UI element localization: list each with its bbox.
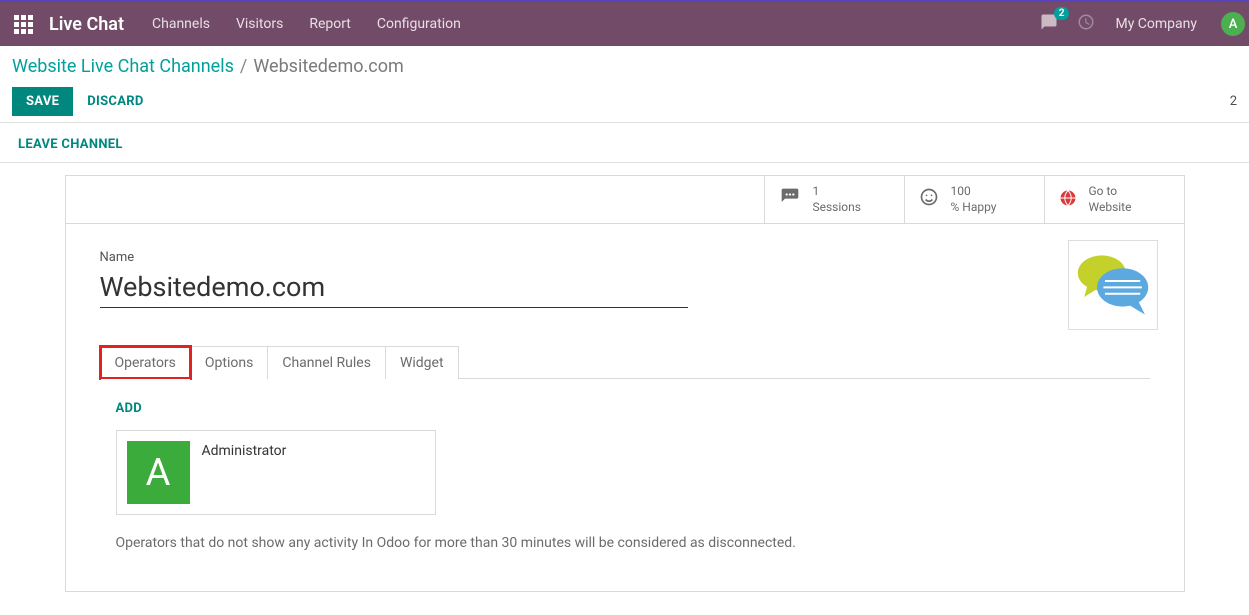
globe-icon — [1059, 188, 1077, 212]
top-nav: Live Chat Channels Visitors Report Confi… — [0, 0, 1249, 46]
breadcrumb-parent[interactable]: Website Live Chat Channels — [12, 56, 234, 77]
operator-card[interactable]: A Administrator — [116, 430, 436, 515]
name-input[interactable] — [100, 269, 688, 308]
message-count-badge: 2 — [1054, 7, 1070, 20]
control-panel: Website Live Chat Channels / Websitedemo… — [0, 46, 1249, 116]
tabs: Operators Options Channel Rules Widget — [100, 346, 1150, 379]
leave-channel-button[interactable]: LEAVE CHANNEL — [18, 137, 123, 152]
discard-button[interactable]: DISCARD — [87, 94, 143, 109]
menu-visitors[interactable]: Visitors — [236, 16, 283, 32]
tab-options[interactable]: Options — [190, 346, 268, 379]
add-operator-button[interactable]: ADD — [116, 401, 143, 416]
smiley-icon — [919, 187, 939, 212]
menu-configuration[interactable]: Configuration — [377, 16, 461, 32]
activities-button[interactable] — [1077, 13, 1095, 35]
sessions-label: Sessions — [813, 200, 861, 216]
breadcrumb-current: Websitedemo.com — [253, 56, 403, 77]
stat-buttons-row: 1 Sessions 100 % Happy Go to Website — [66, 176, 1184, 224]
sessions-icon — [779, 187, 801, 212]
company-selector[interactable]: My Company — [1115, 16, 1197, 32]
goto-label-2: Website — [1089, 200, 1132, 216]
operators-note: Operators that do not show any activity … — [116, 535, 1134, 551]
apps-icon[interactable] — [14, 15, 33, 34]
save-button[interactable]: SAVE — [12, 87, 73, 116]
chat-bubbles-icon — [1072, 249, 1154, 321]
stat-happy[interactable]: 100 % Happy — [904, 176, 1044, 223]
form-sheet: 1 Sessions 100 % Happy Go to Website — [65, 175, 1185, 592]
channel-image[interactable] — [1068, 240, 1158, 330]
record-count: 2 — [1230, 94, 1237, 109]
happy-label: % Happy — [951, 200, 997, 216]
app-title: Live Chat — [49, 14, 124, 35]
operator-avatar: A — [127, 441, 190, 504]
name-label: Name — [100, 250, 1150, 265]
status-bar: LEAVE CHANNEL — [0, 122, 1249, 163]
tab-widget[interactable]: Widget — [385, 346, 459, 379]
breadcrumb-separator: / — [240, 56, 247, 77]
tab-content-operators: ADD A Administrator Operators that do no… — [100, 379, 1150, 551]
stat-goto-website[interactable]: Go to Website — [1044, 176, 1184, 223]
clock-icon — [1077, 13, 1095, 31]
user-avatar[interactable]: A — [1221, 12, 1245, 36]
breadcrumb: Website Live Chat Channels / Websitedemo… — [12, 56, 1237, 77]
menu-channels[interactable]: Channels — [152, 16, 210, 32]
tab-channel-rules[interactable]: Channel Rules — [267, 346, 386, 379]
happy-count: 100 — [951, 184, 997, 200]
messages-button[interactable]: 2 — [1039, 13, 1059, 35]
sessions-count: 1 — [813, 184, 861, 200]
tab-operators[interactable]: Operators — [100, 346, 191, 379]
menu-report[interactable]: Report — [309, 16, 351, 32]
stat-sessions[interactable]: 1 Sessions — [764, 176, 904, 223]
operator-name: Administrator — [202, 441, 287, 459]
goto-label-1: Go to — [1089, 184, 1132, 200]
